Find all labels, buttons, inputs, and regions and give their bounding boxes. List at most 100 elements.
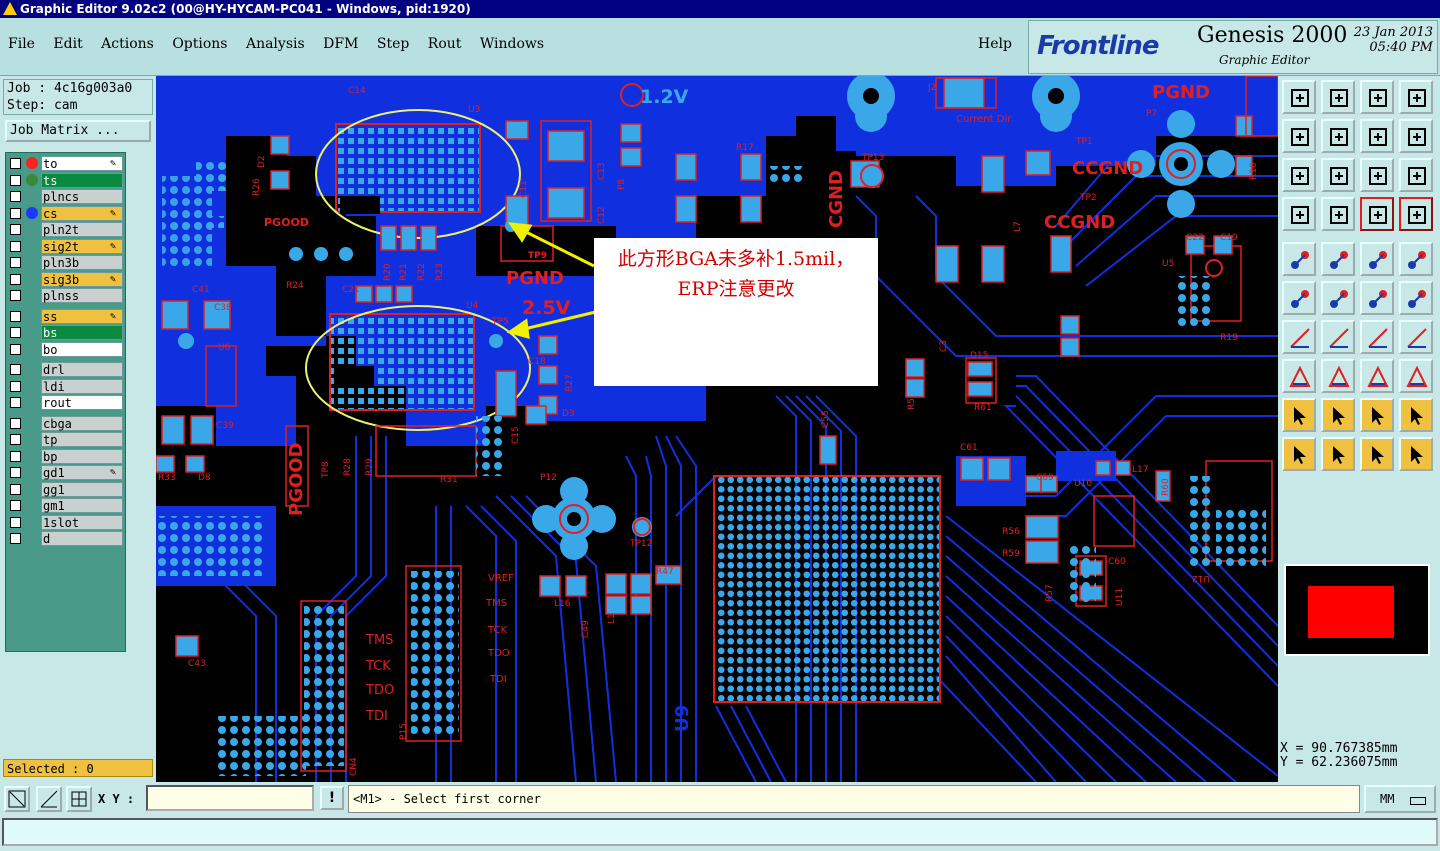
menu-analysis[interactable]: Analysis <box>246 36 305 52</box>
line2-button[interactable] <box>1321 320 1355 354</box>
ruler-button[interactable] <box>1360 242 1394 276</box>
cross-button[interactable] <box>1321 281 1355 315</box>
zoom-in-button[interactable] <box>1282 119 1316 153</box>
layer-row-bp[interactable]: bp <box>6 448 126 464</box>
layer-checkbox[interactable] <box>10 257 21 268</box>
layer-name[interactable]: bp <box>41 448 123 464</box>
layer-checkbox[interactable] <box>10 417 21 429</box>
grid-button[interactable] <box>66 786 92 812</box>
window-button[interactable] <box>1399 80 1433 114</box>
layer-row-cs[interactable]: cs ✎ <box>6 205 126 221</box>
layer-checkbox[interactable] <box>10 516 21 528</box>
layer-checkbox[interactable] <box>10 364 21 375</box>
layer-checkbox[interactable] <box>10 240 21 252</box>
layer-checkbox[interactable] <box>10 191 21 202</box>
layer-name[interactable]: sig2t ✎ <box>41 238 123 254</box>
arch2-button[interactable] <box>1399 398 1433 432</box>
layer-name[interactable]: cbga <box>41 415 123 431</box>
fit-all-button[interactable] <box>1399 119 1433 153</box>
layer-name[interactable]: bo <box>41 341 123 357</box>
layers-b-button[interactable] <box>1399 197 1433 231</box>
layer-checkbox[interactable] <box>10 224 21 235</box>
layer-row-to[interactable]: to ✎ <box>6 156 126 171</box>
layer-row-pln2t[interactable]: pln2t <box>6 222 126 237</box>
layer-name[interactable]: ldi <box>41 378 123 394</box>
scale-button[interactable] <box>1360 158 1394 192</box>
layer-name[interactable]: cs ✎ <box>41 205 123 221</box>
layer-checkbox[interactable] <box>10 310 21 322</box>
layer-row-ldi[interactable]: ldi <box>6 378 126 394</box>
layer-name[interactable]: d <box>41 531 123 546</box>
measure2-button[interactable] <box>1360 359 1394 393</box>
house-button[interactable] <box>1360 80 1394 114</box>
shapes-button[interactable] <box>1399 359 1433 393</box>
arch-button[interactable] <box>1360 398 1394 432</box>
layer-name[interactable]: 1slot <box>41 514 123 530</box>
layer-name[interactable]: tp <box>41 432 123 447</box>
arc-button[interactable] <box>1360 320 1394 354</box>
select-button[interactable] <box>1282 437 1316 471</box>
layer-checkbox[interactable] <box>10 380 21 392</box>
menu-edit[interactable]: Edit <box>53 36 82 52</box>
layer-row-ts[interactable]: ts <box>6 172 126 188</box>
zoom-out-button[interactable] <box>1321 119 1355 153</box>
tools-button[interactable] <box>1282 197 1316 231</box>
move-pad-button[interactable] <box>1282 359 1316 393</box>
layer-checkbox[interactable] <box>10 397 21 408</box>
flip-button[interactable] <box>1399 320 1433 354</box>
layer-row-plncs[interactable]: plncs <box>6 189 126 204</box>
layer-checkbox[interactable] <box>10 483 21 495</box>
layer-row-cbga[interactable]: cbga <box>6 415 126 431</box>
layer-name[interactable]: bs <box>41 325 123 340</box>
triangle-button[interactable] <box>1282 398 1316 432</box>
layer-name[interactable]: to ✎ <box>41 156 123 171</box>
save-button[interactable] <box>1321 80 1355 114</box>
layer-name[interactable]: gm1 <box>41 498 123 513</box>
layer-row-gd1[interactable]: gd1 ✎ <box>6 465 126 480</box>
home-button[interactable] <box>1282 80 1316 114</box>
triangle2-button[interactable] <box>1321 398 1355 432</box>
layer-checkbox[interactable] <box>10 174 21 186</box>
menu-rout[interactable]: Rout <box>428 36 462 52</box>
arrow-button[interactable] <box>1360 281 1394 315</box>
measure-button[interactable] <box>36 786 62 812</box>
layer-name[interactable]: ts <box>41 172 123 188</box>
layer-row-ss[interactable]: ss ✎ <box>6 308 126 324</box>
layer-checkbox[interactable] <box>10 207 21 219</box>
select3-button[interactable] <box>1360 437 1394 471</box>
units-select[interactable]: MM <box>1364 785 1436 813</box>
layer-row-bs[interactable]: bs <box>6 325 126 340</box>
menu-actions[interactable]: Actions <box>101 36 154 52</box>
grid-button[interactable] <box>1321 197 1355 231</box>
layer-name[interactable]: pln2t <box>41 222 123 237</box>
fit-button[interactable] <box>1360 119 1394 153</box>
layer-row-tp[interactable]: tp <box>6 432 126 447</box>
center-button[interactable] <box>1399 242 1433 276</box>
layer-name[interactable]: ss ✎ <box>41 308 123 324</box>
select4-button[interactable] <box>1399 437 1433 471</box>
layer-row-sig3b[interactable]: sig3b ✎ <box>6 271 126 287</box>
pan-button[interactable] <box>1282 158 1316 192</box>
layer-name[interactable]: plncs <box>41 189 123 204</box>
layer-row-d[interactable]: d <box>6 531 126 546</box>
layer-checkbox[interactable] <box>10 467 21 478</box>
layer-checkbox[interactable] <box>10 273 21 285</box>
route-button[interactable] <box>1399 281 1433 315</box>
layer-row-gg1[interactable]: gg1 <box>6 481 126 497</box>
layer-name[interactable]: rout <box>41 395 123 410</box>
layer-name[interactable]: gg1 <box>41 481 123 497</box>
outline-button[interactable] <box>1321 242 1355 276</box>
menu-file[interactable]: File <box>8 36 35 52</box>
layer-checkbox[interactable] <box>10 450 21 462</box>
menu-options[interactable]: Options <box>172 36 227 52</box>
layer-row-1slot[interactable]: 1slot <box>6 514 126 530</box>
menu-help[interactable]: Help <box>978 36 1012 52</box>
layer-row-pln3b[interactable]: pln3b <box>6 255 126 270</box>
layers-a-button[interactable] <box>1360 197 1394 231</box>
warning-button[interactable]: ! <box>320 786 344 810</box>
menu-step[interactable]: Step <box>377 36 409 52</box>
select2-button[interactable] <box>1321 437 1355 471</box>
align-button[interactable] <box>1321 359 1355 393</box>
layer-row-sig2t[interactable]: sig2t ✎ <box>6 238 126 254</box>
menu-dfm[interactable]: DFM <box>323 36 358 52</box>
